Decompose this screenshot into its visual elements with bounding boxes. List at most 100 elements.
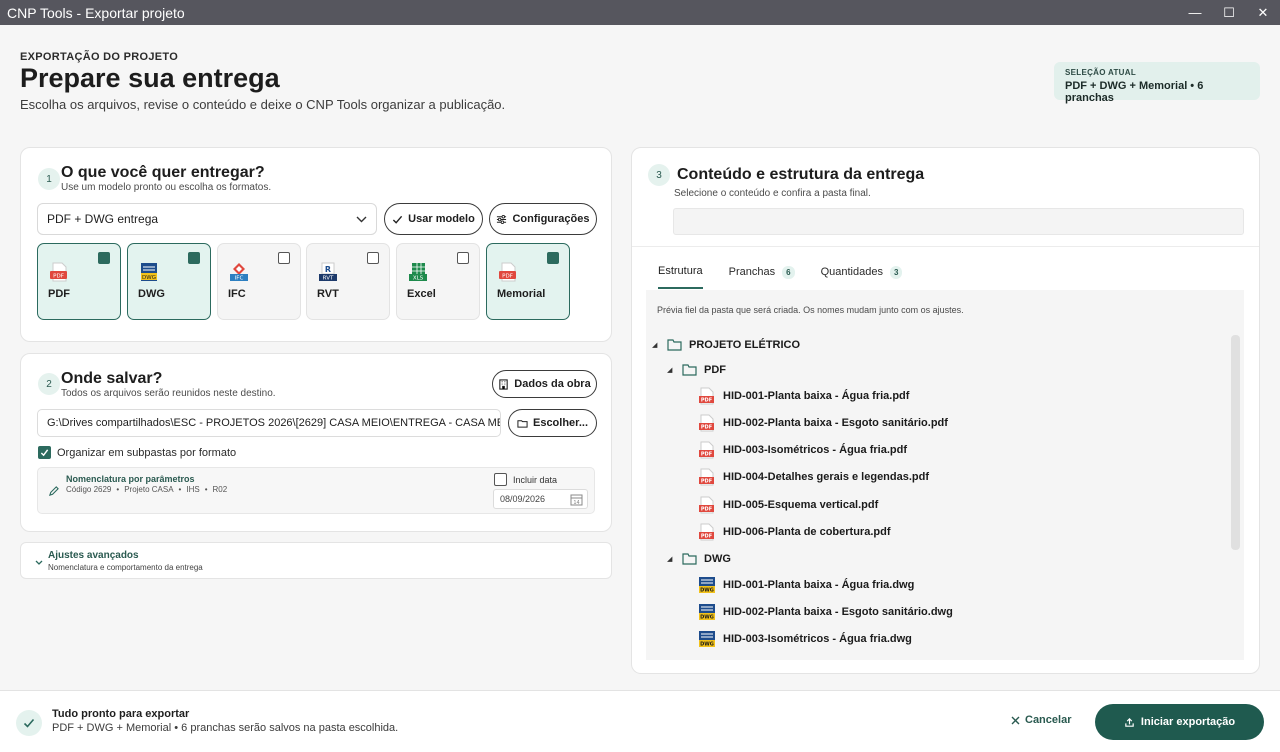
advanced-title: Ajustes avançados bbox=[48, 550, 139, 561]
pencil-icon[interactable] bbox=[48, 486, 59, 497]
subfolders-checkbox[interactable] bbox=[38, 446, 51, 459]
tree-folder-pdf[interactable]: ◢ PDF bbox=[667, 364, 726, 376]
divider bbox=[632, 246, 1259, 247]
format-checkbox[interactable] bbox=[278, 252, 290, 264]
format-name: Memorial bbox=[497, 288, 546, 300]
choose-folder-label: Escolher... bbox=[532, 417, 589, 429]
model-select[interactable]: PDF + DWG entrega bbox=[37, 203, 377, 235]
pdf-file-icon-text: PDF bbox=[701, 452, 712, 458]
maximize-icon[interactable]: ☐ bbox=[1212, 0, 1246, 25]
format-checkbox[interactable] bbox=[98, 252, 110, 264]
minimize-icon[interactable]: — bbox=[1178, 0, 1212, 25]
cancel-button[interactable]: Cancelar bbox=[1011, 714, 1071, 726]
format-checkbox[interactable] bbox=[547, 252, 559, 264]
tree-file[interactable]: PDF HID-002-Planta baixa - Esgoto sanitár… bbox=[698, 414, 948, 432]
tree-file[interactable]: DWG HID-001-Planta baixa - Água fria.dwg bbox=[698, 576, 914, 594]
settings-label: Configurações bbox=[512, 213, 590, 225]
format-name: PDF bbox=[48, 288, 70, 300]
format-checkbox[interactable] bbox=[188, 252, 200, 264]
tree-file[interactable]: PDF HID-001-Planta baixa - Água fria.pdf bbox=[698, 387, 909, 405]
calendar-icon[interactable]: 14 bbox=[570, 493, 583, 506]
dwg-file-icon-text: DWG bbox=[700, 588, 714, 594]
dwg-icon: DWG bbox=[141, 263, 157, 281]
pdf-file-icon: PDF bbox=[699, 496, 714, 514]
use-model-button[interactable]: Usar modelo bbox=[384, 203, 483, 235]
project-data-button[interactable]: Dados da obra bbox=[492, 370, 597, 398]
choose-folder-button[interactable]: Escolher... bbox=[508, 409, 597, 437]
format-tile-ifc[interactable]: IFC IFC bbox=[217, 243, 301, 320]
format-name: DWG bbox=[138, 288, 165, 300]
format-tile-excel[interactable]: XLS Excel bbox=[396, 243, 480, 320]
tree-file[interactable]: PDF HID-006-Planta de cobertura.pdf bbox=[698, 523, 890, 541]
window-title: CNP Tools - Exportar projeto bbox=[7, 4, 185, 21]
folder-icon bbox=[682, 364, 697, 376]
page-subtitle: Escolha os arquivos, revise o conteúdo e… bbox=[20, 97, 506, 112]
format-tile-memorial[interactable]: PDF Memorial bbox=[486, 243, 570, 320]
pdf-icon: PDF bbox=[499, 262, 516, 282]
format-checkbox[interactable] bbox=[457, 252, 469, 264]
separator-dot: • bbox=[116, 485, 120, 494]
window-titlebar: CNP Tools - Exportar projeto — ☐ ✕ bbox=[0, 0, 1280, 25]
pdf-icon: PDF bbox=[50, 262, 67, 282]
tab-quantities[interactable]: Quantidades 3 bbox=[821, 261, 903, 289]
settings-button[interactable]: Configurações bbox=[489, 203, 597, 235]
expand-triangle-icon[interactable]: ◢ bbox=[667, 366, 675, 374]
advanced-settings-panel[interactable]: Ajustes avançados Nomenclatura e comport… bbox=[20, 542, 612, 579]
file-name: HID-002-Planta baixa - Esgoto sanitário.… bbox=[723, 606, 953, 618]
structure-note: Prévia fiel da pasta que será criada. Os… bbox=[657, 305, 964, 315]
format-tile-rvt[interactable]: R RVT RVT bbox=[306, 243, 390, 320]
naming-part: Código 2629 bbox=[66, 485, 112, 494]
pdf-icon-text: PDF bbox=[502, 274, 513, 280]
folder-icon bbox=[667, 339, 682, 351]
content-search-input[interactable] bbox=[673, 208, 1244, 235]
step2-subtitle: Todos os arquivos serão reunidos neste d… bbox=[61, 388, 276, 399]
step3-title: Conteúdo e estrutura da entrega bbox=[677, 166, 925, 183]
format-name: IFC bbox=[228, 288, 246, 300]
step3-number: 3 bbox=[648, 164, 670, 186]
step3-card: 3 Conteúdo e estrutura da entrega Seleci… bbox=[631, 147, 1260, 674]
selection-label: SELEÇÃO ATUAL bbox=[1065, 68, 1137, 77]
format-tile-dwg[interactable]: DWG DWG bbox=[127, 243, 211, 320]
chevron-down-icon bbox=[356, 216, 367, 222]
footer-subtitle: PDF + DWG + Memorial • 6 pranchas serão … bbox=[52, 722, 399, 734]
tab-structure[interactable]: Estrutura bbox=[658, 261, 703, 289]
building-icon bbox=[499, 378, 509, 390]
file-name: HID-005-Esquema vertical.pdf bbox=[723, 499, 879, 511]
start-export-button[interactable]: Iniciar exportação bbox=[1095, 704, 1264, 740]
pdf-file-icon: PDF bbox=[699, 387, 714, 405]
tree-file[interactable]: DWG HID-003-Isométricos - Água fria.dwg bbox=[698, 630, 912, 648]
tab-badge: 6 bbox=[782, 265, 795, 279]
pdf-file-icon-text: PDF bbox=[701, 534, 712, 540]
destination-path-input[interactable]: G:\Drives compartilhados\ESC - PROJETOS … bbox=[37, 409, 501, 437]
tree-scrollbar[interactable] bbox=[1231, 335, 1240, 550]
check-icon bbox=[40, 449, 49, 457]
tree-folder-dwg[interactable]: ◢ DWG bbox=[667, 553, 731, 565]
tree-folder-label: PDF bbox=[704, 364, 726, 376]
dwg-file-icon-text: DWG bbox=[700, 615, 714, 621]
cancel-label: Cancelar bbox=[1025, 714, 1072, 726]
start-export-label: Iniciar exportação bbox=[1140, 716, 1236, 728]
tree-file[interactable]: PDF HID-003-Isométricos - Água fria.pdf bbox=[698, 441, 907, 459]
step1-card: 1 O que você quer entregar? Use um model… bbox=[20, 147, 612, 342]
tree-file[interactable]: DWG HID-002-Planta baixa - Esgoto sanitár… bbox=[698, 603, 953, 621]
file-name: HID-002-Planta baixa - Esgoto sanitário.… bbox=[723, 417, 948, 429]
model-select-value: PDF + DWG entrega bbox=[47, 212, 159, 226]
close-icon bbox=[1011, 716, 1020, 724]
separator-dot: • bbox=[178, 485, 182, 494]
tab-sheets[interactable]: Pranchas 6 bbox=[729, 261, 795, 289]
expand-triangle-icon[interactable]: ◢ bbox=[667, 555, 675, 563]
include-date-checkbox[interactable] bbox=[494, 473, 507, 486]
excel-icon-text: XLS bbox=[413, 276, 424, 282]
pdf-file-icon-text: PDF bbox=[701, 398, 712, 404]
format-tile-pdf[interactable]: PDF PDF bbox=[37, 243, 121, 320]
format-checkbox[interactable] bbox=[367, 252, 379, 264]
tree-root[interactable]: ◢ PROJETO ELÉTRICO bbox=[652, 339, 800, 351]
close-icon[interactable]: ✕ bbox=[1246, 0, 1280, 25]
tree-file[interactable]: PDF HID-005-Esquema vertical.pdf bbox=[698, 496, 878, 514]
step1-subtitle: Use um modelo pronto ou escolha os forma… bbox=[61, 182, 272, 193]
date-input[interactable]: 08/09/2026 14 bbox=[493, 489, 588, 509]
expand-triangle-icon[interactable]: ◢ bbox=[652, 341, 660, 349]
tree-file[interactable]: PDF HID-004-Detalhes gerais e legendas.pd… bbox=[698, 468, 929, 486]
chevron-down-icon[interactable] bbox=[35, 560, 43, 566]
tab-label: Quantidades bbox=[820, 266, 883, 278]
